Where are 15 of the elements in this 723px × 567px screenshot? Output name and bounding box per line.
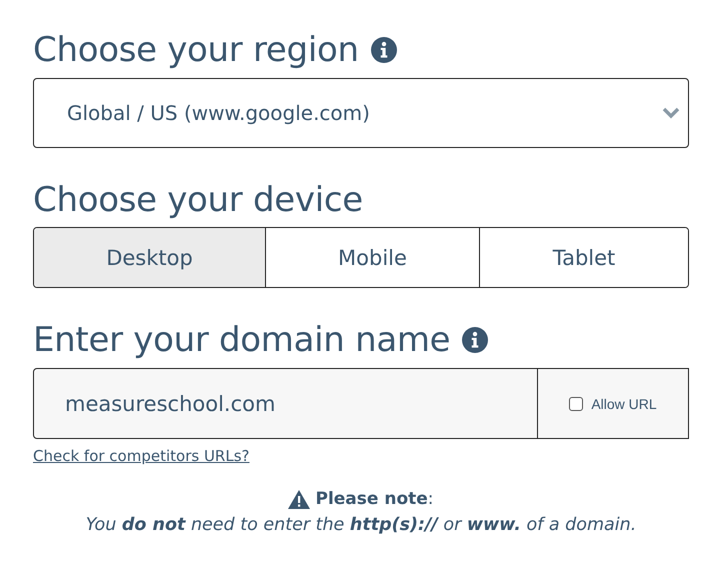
note-title: Please note: xyxy=(315,489,434,509)
checkbox-label[interactable]: Allow URL xyxy=(591,396,657,412)
device-tab[interactable]: Desktop xyxy=(34,228,266,287)
warning-icon xyxy=(288,490,310,508)
section-heading: Choose your region xyxy=(33,29,359,72)
competitors-link[interactable]: Check for competitors URLs? xyxy=(33,447,250,465)
section-heading: Enter your domain name xyxy=(33,319,450,362)
chevron-down-icon xyxy=(662,107,680,119)
info-icon[interactable] xyxy=(370,37,397,63)
domain-field[interactable]: measureschool.com Allow URL xyxy=(33,368,689,439)
section-heading: Choose your device xyxy=(33,179,363,222)
note-text: You do not need to enter the http(s):// or www. of a domain. xyxy=(84,515,638,535)
region-select[interactable]: Global / US (www.google.com) xyxy=(33,78,689,148)
allow-url-checkbox[interactable] xyxy=(569,396,584,410)
info-icon[interactable] xyxy=(462,327,488,353)
